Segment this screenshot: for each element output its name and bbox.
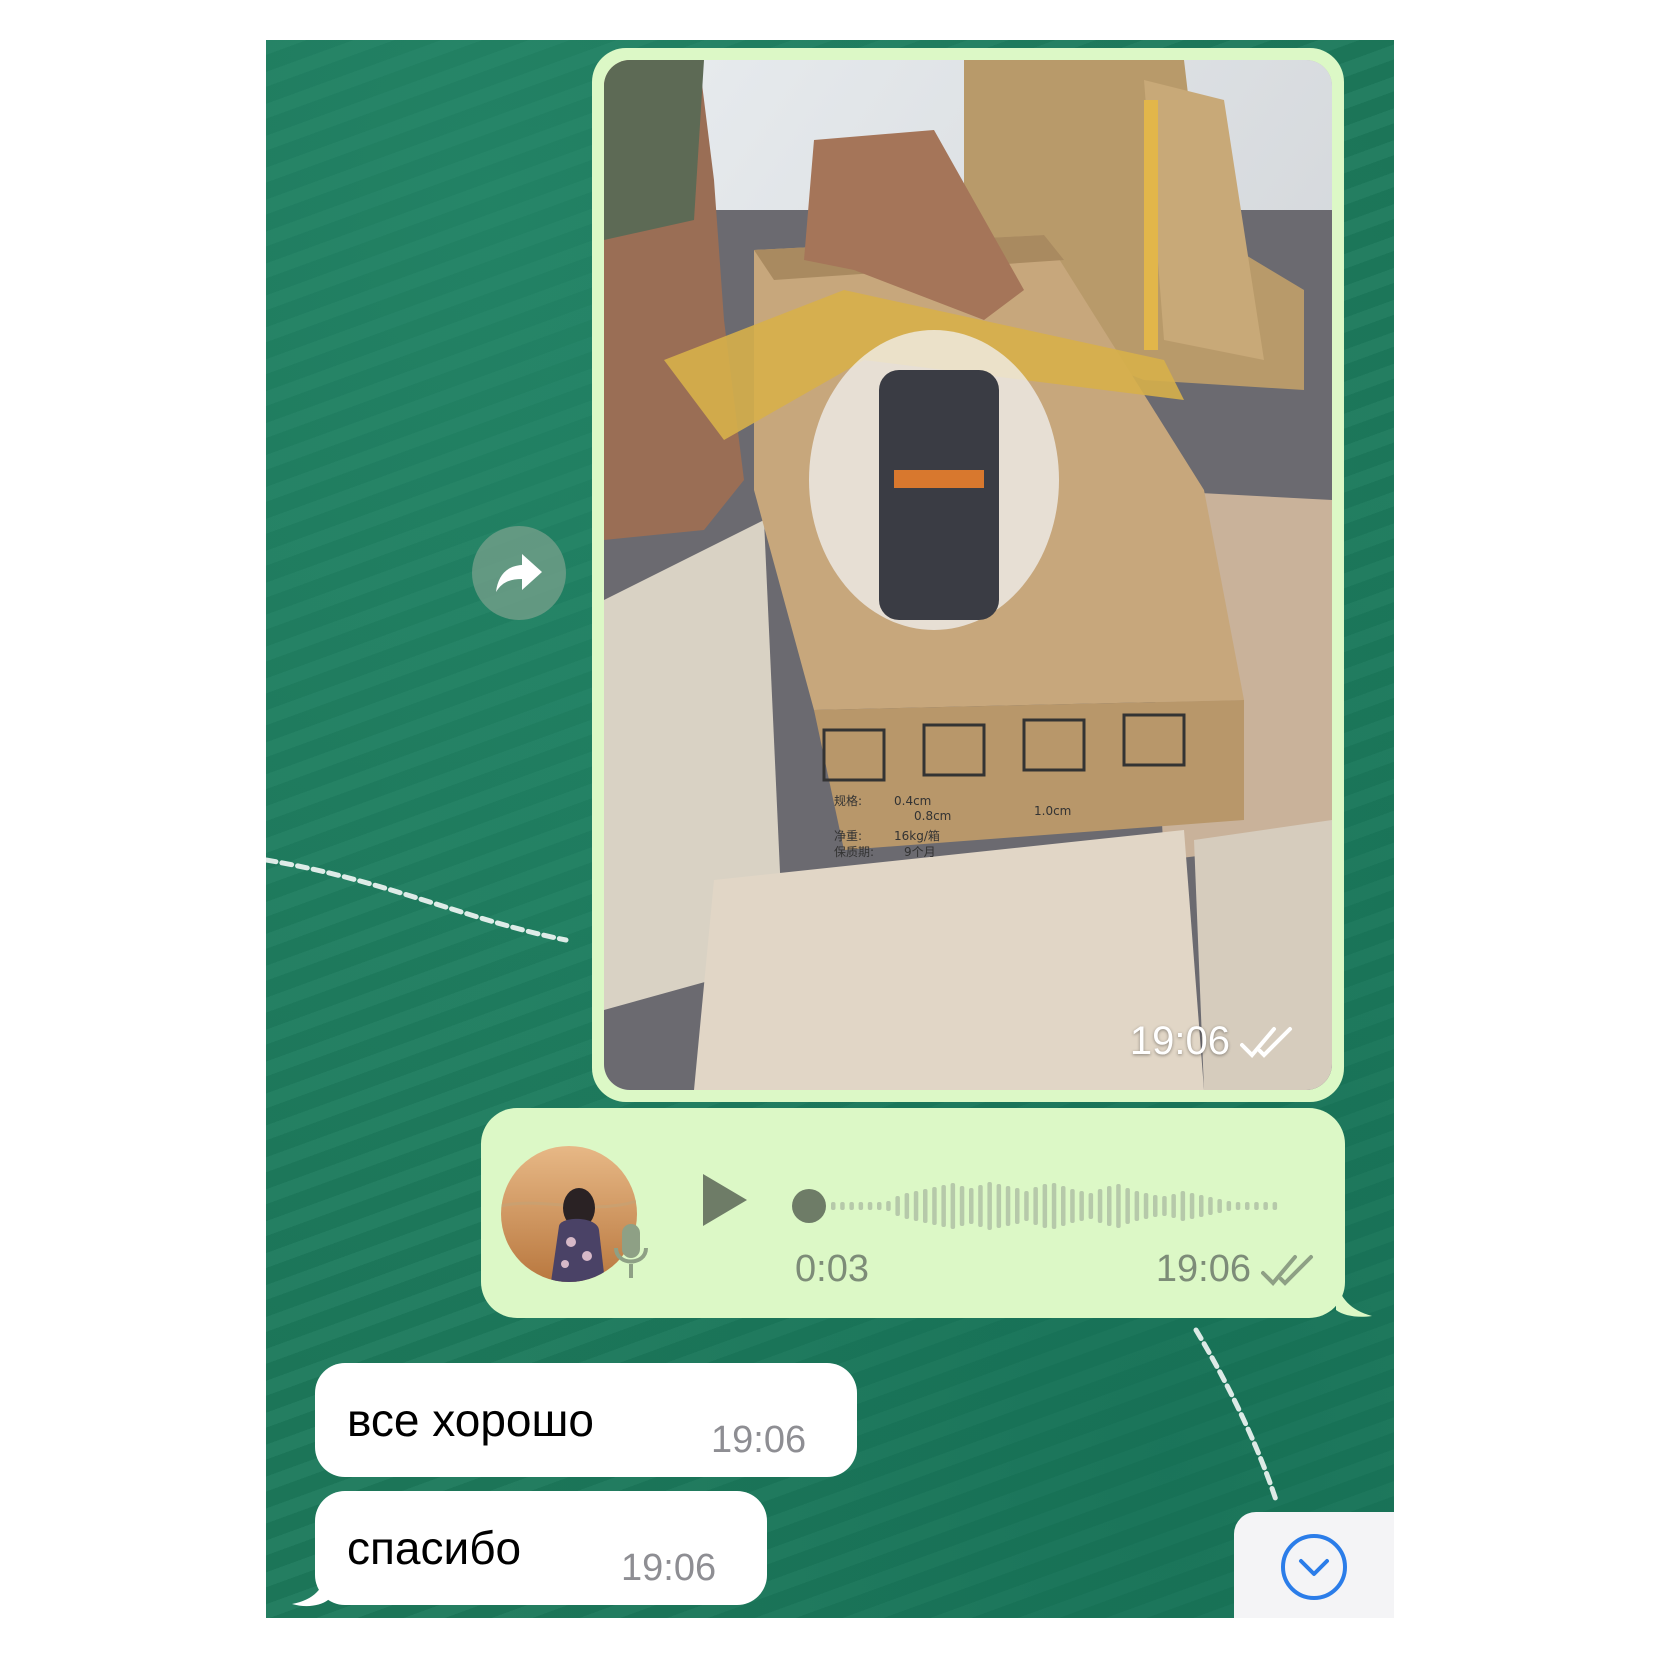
- waveform-bar: [1097, 1189, 1103, 1223]
- waveform-bar: [996, 1184, 1002, 1228]
- box-spec-value: 1.0cm: [1034, 804, 1071, 818]
- waveform-bar: [1162, 1196, 1167, 1216]
- waveform-bar: [1015, 1188, 1020, 1224]
- waveform-bar: [1143, 1193, 1149, 1219]
- waveform-bar: [1051, 1183, 1057, 1229]
- voice-message-meta: 19:06: [1156, 1248, 1315, 1291]
- waveform-bar: [1107, 1186, 1112, 1226]
- waveform-bar: [886, 1201, 891, 1211]
- double-check-icon: [1240, 1026, 1292, 1058]
- waveform-bar: [932, 1187, 937, 1225]
- waveform-bar: [978, 1185, 983, 1227]
- forward-arrow-icon: [496, 554, 542, 592]
- waveform-bar: [1033, 1187, 1038, 1225]
- waveform-bar: [959, 1186, 965, 1226]
- waveform-bar: [969, 1188, 974, 1224]
- box-spec-label: 规格:: [834, 793, 862, 808]
- voice-message-time: 19:06: [1155, 1248, 1251, 1290]
- waveform-bar: [1180, 1191, 1186, 1221]
- waveform-bar: [987, 1182, 992, 1230]
- voice-duration: 0:03: [795, 1248, 869, 1290]
- play-icon[interactable]: [699, 1170, 751, 1230]
- waveform-bar: [877, 1202, 882, 1210]
- waveform-bar: [1125, 1188, 1130, 1224]
- forward-button[interactable]: [472, 526, 566, 620]
- waveform-bar: [1171, 1194, 1176, 1218]
- shared-photo[interactable]: 规格: 0.4cm 0.8cm 1.0cm 净重: 16kg/箱 保质期: 9个…: [604, 60, 1332, 1090]
- waveform-bar: [1226, 1201, 1232, 1211]
- scroll-to-bottom-button[interactable]: [1234, 1512, 1394, 1618]
- message-text: все хорошо: [347, 1394, 595, 1446]
- waveform-bar: [867, 1202, 873, 1210]
- waveform-bar: [1134, 1191, 1140, 1221]
- waveform-bar: [1061, 1186, 1066, 1226]
- waveform-bar: [950, 1183, 956, 1229]
- message-time: 19:06: [711, 1419, 807, 1461]
- microphone-icon: [614, 1224, 648, 1278]
- waveform-bar: [1024, 1191, 1029, 1221]
- waveform-bar: [1116, 1184, 1121, 1228]
- waveform-bar: [1153, 1195, 1158, 1217]
- waveform-bar: [1199, 1195, 1204, 1217]
- incoming-message[interactable]: спасибо 19:06: [315, 1491, 767, 1605]
- incoming-message[interactable]: все хорошо 19:06: [315, 1363, 857, 1477]
- waveform-bar: [1254, 1202, 1259, 1210]
- bubble-tail: [1336, 1280, 1372, 1317]
- message-text: спасибо: [347, 1522, 522, 1574]
- waveform-bar: [849, 1202, 854, 1210]
- playback-position-knob[interactable]: [792, 1189, 826, 1223]
- double-check-icon: [1261, 1254, 1313, 1286]
- photo-packing-box: 规格: 0.4cm 0.8cm 1.0cm 净重: 16kg/箱 保质期: 9个…: [604, 60, 1332, 1090]
- message-time: 19:06: [621, 1547, 717, 1589]
- waveform-bar: [858, 1202, 864, 1210]
- waveform-bar: [913, 1191, 919, 1221]
- waveform-bar: [1208, 1197, 1213, 1215]
- voice-waveform[interactable]: [791, 1166, 1301, 1246]
- waveform-bar: [1217, 1199, 1222, 1213]
- waveform-bar: [1088, 1193, 1094, 1219]
- outgoing-voice-message[interactable]: 0:03 19:06: [481, 1108, 1345, 1318]
- box-shelf-life-label: 保质期:: [834, 845, 874, 859]
- media-message-time: 19:06: [1129, 1019, 1230, 1063]
- waveform-bar: [1263, 1202, 1268, 1210]
- waveform-bar: [831, 1202, 836, 1210]
- waveform-bar: [904, 1193, 910, 1219]
- waveform-bar: [1235, 1202, 1241, 1210]
- waveform-bar: [1005, 1186, 1011, 1226]
- box-spec-value: 0.4cm: [894, 794, 931, 808]
- waveform-bar: [1272, 1202, 1278, 1210]
- waveform-bar: [1079, 1191, 1084, 1221]
- chat-background: 规格: 0.4cm 0.8cm 1.0cm 净重: 16kg/箱 保质期: 9个…: [266, 40, 1394, 1618]
- bubble-tail: [292, 1570, 328, 1607]
- chevron-down-icon: [1281, 1534, 1347, 1600]
- waveform-bar: [923, 1189, 928, 1223]
- waveform-bar: [1070, 1189, 1075, 1223]
- box-weight-label: 净重:: [834, 829, 862, 843]
- waveform-bar: [1189, 1193, 1195, 1219]
- waveform-bar: [895, 1196, 900, 1216]
- outgoing-media-message[interactable]: 规格: 0.4cm 0.8cm 1.0cm 净重: 16kg/箱 保质期: 9个…: [592, 48, 1344, 1102]
- box-weight-value: 16kg/箱: [894, 828, 940, 843]
- media-message-meta: 19:06: [1130, 1019, 1294, 1064]
- waveform-bar: [941, 1185, 946, 1227]
- box-shelf-life-value: 9个月: [904, 845, 936, 859]
- waveform-bar: [1245, 1202, 1250, 1210]
- box-spec-value: 0.8cm: [914, 809, 951, 823]
- waveform-bar: [1042, 1184, 1048, 1228]
- waveform-bar: [840, 1202, 845, 1210]
